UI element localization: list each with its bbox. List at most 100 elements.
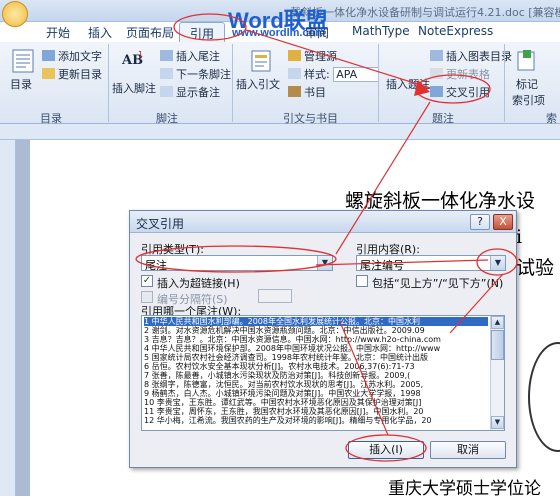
endnote-list[interactable]: 1 中华人民共和国水利部编。2008年全国水利发展统计公报。北京：中国水利 2 … bbox=[141, 315, 505, 431]
add-text-label: 添加文字 bbox=[58, 50, 102, 63]
list-item[interactable]: 1 中华人民共和国水利部编。2008年全国水利发展统计公报。北京：中国水利 bbox=[144, 317, 488, 326]
reference-content-select[interactable]: 尾注编号 ▼ bbox=[356, 255, 506, 272]
ribbon-tabs: 开始 插入 页面布局 引用 审阅 MathType NoteExpress bbox=[0, 22, 560, 43]
scroll-thumb[interactable] bbox=[491, 330, 504, 360]
update-toc-label: 更新目录 bbox=[58, 68, 102, 81]
tab-home[interactable]: 开始 bbox=[46, 24, 70, 41]
tab-page-layout[interactable]: 页面布局 bbox=[126, 24, 174, 41]
mark-entry-line1[interactable]: 标记 bbox=[516, 76, 538, 92]
svg-text:1: 1 bbox=[138, 50, 143, 59]
add-text-icon bbox=[42, 50, 55, 61]
update-toc-icon bbox=[42, 68, 55, 79]
table-of-figures-label: 插入图表目录 bbox=[446, 50, 512, 63]
ribbon: 目录 添加文字 更新目录 目录 AB 1 插入脚注 插入尾注 下一条脚注 显示备… bbox=[0, 42, 560, 125]
cross-reference-label: 交叉引用 bbox=[446, 86, 490, 99]
update-table-label: 更新表格 bbox=[446, 68, 490, 81]
add-text-button[interactable]: 添加文字 bbox=[42, 48, 102, 64]
scroll-down-icon[interactable]: ▼ bbox=[491, 416, 504, 429]
bibliography-label: 书目 bbox=[304, 86, 326, 99]
style-icon bbox=[288, 68, 301, 79]
list-item[interactable]: 7 张善，陈最善，小城镇水污染现状及防治对策[J]。科技创新导报。2009,( bbox=[144, 371, 488, 380]
list-item[interactable]: 12 华小梅，江希流。我国农药的生产及对环境的影响[J]。精细与专用化学品，20 bbox=[144, 416, 488, 425]
table-of-figures-icon bbox=[430, 50, 443, 61]
list-item[interactable]: 3 吉息？吉息？。北京：中国水资源信息。中国水网：http://www.h2o-… bbox=[144, 335, 488, 344]
help-button[interactable]: ? bbox=[470, 214, 490, 230]
hyperlink-checkbox[interactable]: ✓ bbox=[141, 275, 153, 287]
insert-footnote-button[interactable]: 插入脚注 bbox=[112, 80, 156, 96]
cross-reference-dialog: 交叉引用 ? X 引用类型(T): 尾注 ▼ 引用内容(R): 尾注编号 ▼ ✓… bbox=[129, 210, 517, 468]
separate-numbers-checkbox[interactable] bbox=[141, 291, 153, 303]
document-text: 试验 bbox=[516, 257, 555, 279]
list-scrollbar[interactable]: ▲ ▼ bbox=[490, 316, 504, 430]
close-button[interactable]: X bbox=[493, 214, 513, 230]
next-footnote-icon bbox=[160, 68, 173, 79]
above-below-checkbox[interactable] bbox=[356, 275, 368, 287]
insert-endnote-label: 插入尾注 bbox=[176, 50, 220, 63]
style-value[interactable]: APA bbox=[333, 67, 380, 82]
insert-button[interactable]: 插入(I) bbox=[348, 441, 424, 459]
scroll-up-icon[interactable]: ▲ bbox=[491, 316, 504, 329]
show-notes-label: 显示备注 bbox=[176, 86, 220, 99]
divider bbox=[378, 44, 379, 122]
insert-citation-button[interactable]: 插入引文 bbox=[236, 76, 280, 92]
next-footnote-label: 下一条脚注 bbox=[176, 68, 231, 81]
update-table-button[interactable]: 更新表格 bbox=[430, 66, 490, 82]
list-item[interactable]: 10 李贵宝，王东胜。谭红武等。中国农村水环境恶化原因及其保护治理对策[J] bbox=[144, 398, 488, 407]
cancel-button[interactable]: 取消 bbox=[430, 441, 506, 459]
mark-entry-icon[interactable] bbox=[514, 48, 540, 74]
divider bbox=[504, 44, 505, 122]
list-item[interactable]: 4 中华人民共和国环境保护部。2008年中国环境状况公报。中国水网：http:/… bbox=[144, 344, 488, 353]
manage-sources-label: 管理源 bbox=[304, 50, 337, 63]
manage-sources-button[interactable]: 管理源 bbox=[288, 48, 337, 64]
endnote-icon bbox=[160, 50, 173, 61]
horizontal-ruler[interactable] bbox=[0, 124, 560, 140]
toc-button[interactable]: 目录 bbox=[10, 76, 32, 92]
bibliography-button[interactable]: 书目 bbox=[288, 84, 326, 100]
manage-sources-icon bbox=[288, 50, 301, 61]
footnote-icon[interactable]: AB 1 bbox=[120, 48, 146, 74]
tab-references[interactable]: 引用 bbox=[179, 22, 226, 43]
mark-entry-line2[interactable]: 索引项 bbox=[512, 92, 545, 108]
vertical-ruler[interactable] bbox=[0, 140, 16, 496]
list-item[interactable]: 2 谢剑。对水资源危机解决中国水资源瓶颈问题。北京：中信出版社。2009.09 bbox=[144, 326, 488, 335]
list-item[interactable]: 8 张纲字，陈德富，沈恒民。对当前农村饮水现状的思考[J]。江苏水利。2005, bbox=[144, 380, 488, 389]
cross-reference-icon bbox=[430, 86, 443, 97]
list-item[interactable]: 9 杨鹤杰，白人杰。小城镇环境污染问题及对策[J]。中国农业大学学报，1998 bbox=[144, 389, 488, 398]
citation-icon[interactable] bbox=[248, 48, 274, 74]
tab-insert[interactable]: 插入 bbox=[88, 24, 112, 41]
separator-field[interactable] bbox=[258, 289, 292, 303]
tab-noteexpress[interactable]: NoteExpress bbox=[418, 24, 493, 38]
cross-reference-button[interactable]: 交叉引用 bbox=[430, 84, 490, 100]
chevron-down-icon[interactable]: ▼ bbox=[317, 256, 332, 270]
next-footnote-button[interactable]: 下一条脚注 bbox=[160, 66, 231, 82]
reference-type-value: 尾注 bbox=[145, 259, 167, 272]
reference-content-value: 尾注编号 bbox=[360, 259, 404, 272]
document-title: 螺旋斜板一体化净水设 bbox=[345, 190, 536, 212]
window-title: 载斜板一体化净水设备研制与调试运行4.21.doc [兼容模 bbox=[290, 6, 560, 19]
document-footer-text: 重庆大学硕士学位论 bbox=[388, 479, 541, 499]
show-notes-icon bbox=[160, 86, 173, 97]
bibliography-icon bbox=[288, 86, 301, 97]
divider bbox=[232, 44, 233, 122]
dialog-title-bar[interactable]: 交叉引用 ? X bbox=[130, 211, 516, 233]
insert-caption-button[interactable]: 插入题注 bbox=[386, 76, 430, 92]
style-selector[interactable]: 样式: APA bbox=[288, 66, 380, 82]
list-item[interactable]: 5 国家统计局农村社会经济调查司。1998年农村统计年鉴。北京：中国统计出版 bbox=[144, 353, 488, 362]
chevron-down-icon[interactable]: ▼ bbox=[490, 256, 505, 270]
divider bbox=[108, 44, 109, 122]
reference-type-select[interactable]: 尾注 ▼ bbox=[141, 255, 333, 272]
dialog-title: 交叉引用 bbox=[136, 217, 185, 231]
insert-table-of-figures-button[interactable]: 插入图表目录 bbox=[430, 48, 512, 64]
tab-mathtype[interactable]: MathType bbox=[352, 24, 410, 38]
hyperlink-checkbox-label: 插入为超链接(H) bbox=[157, 277, 240, 290]
insert-endnote-button[interactable]: 插入尾注 bbox=[160, 48, 220, 64]
tab-review[interactable]: 审阅 bbox=[305, 24, 329, 41]
show-notes-button[interactable]: 显示备注 bbox=[160, 84, 220, 100]
toc-icon[interactable] bbox=[10, 48, 36, 74]
list-item[interactable]: 11 李贵宝，周怀东，王东胜，我国农村水环境及其恶化原因[J]。中国水利。20 bbox=[144, 407, 488, 416]
above-below-checkbox-label: 包括“见上方”/“见下方”(N) bbox=[372, 277, 504, 290]
update-toc-button[interactable]: 更新目录 bbox=[42, 66, 102, 82]
update-table-icon bbox=[430, 68, 443, 79]
list-item[interactable]: 6 岳恒。农村饮水安全基本现状分析[J]。农村水电技术。2006,37(6):7… bbox=[144, 362, 488, 371]
style-label: 样式: bbox=[304, 68, 330, 81]
